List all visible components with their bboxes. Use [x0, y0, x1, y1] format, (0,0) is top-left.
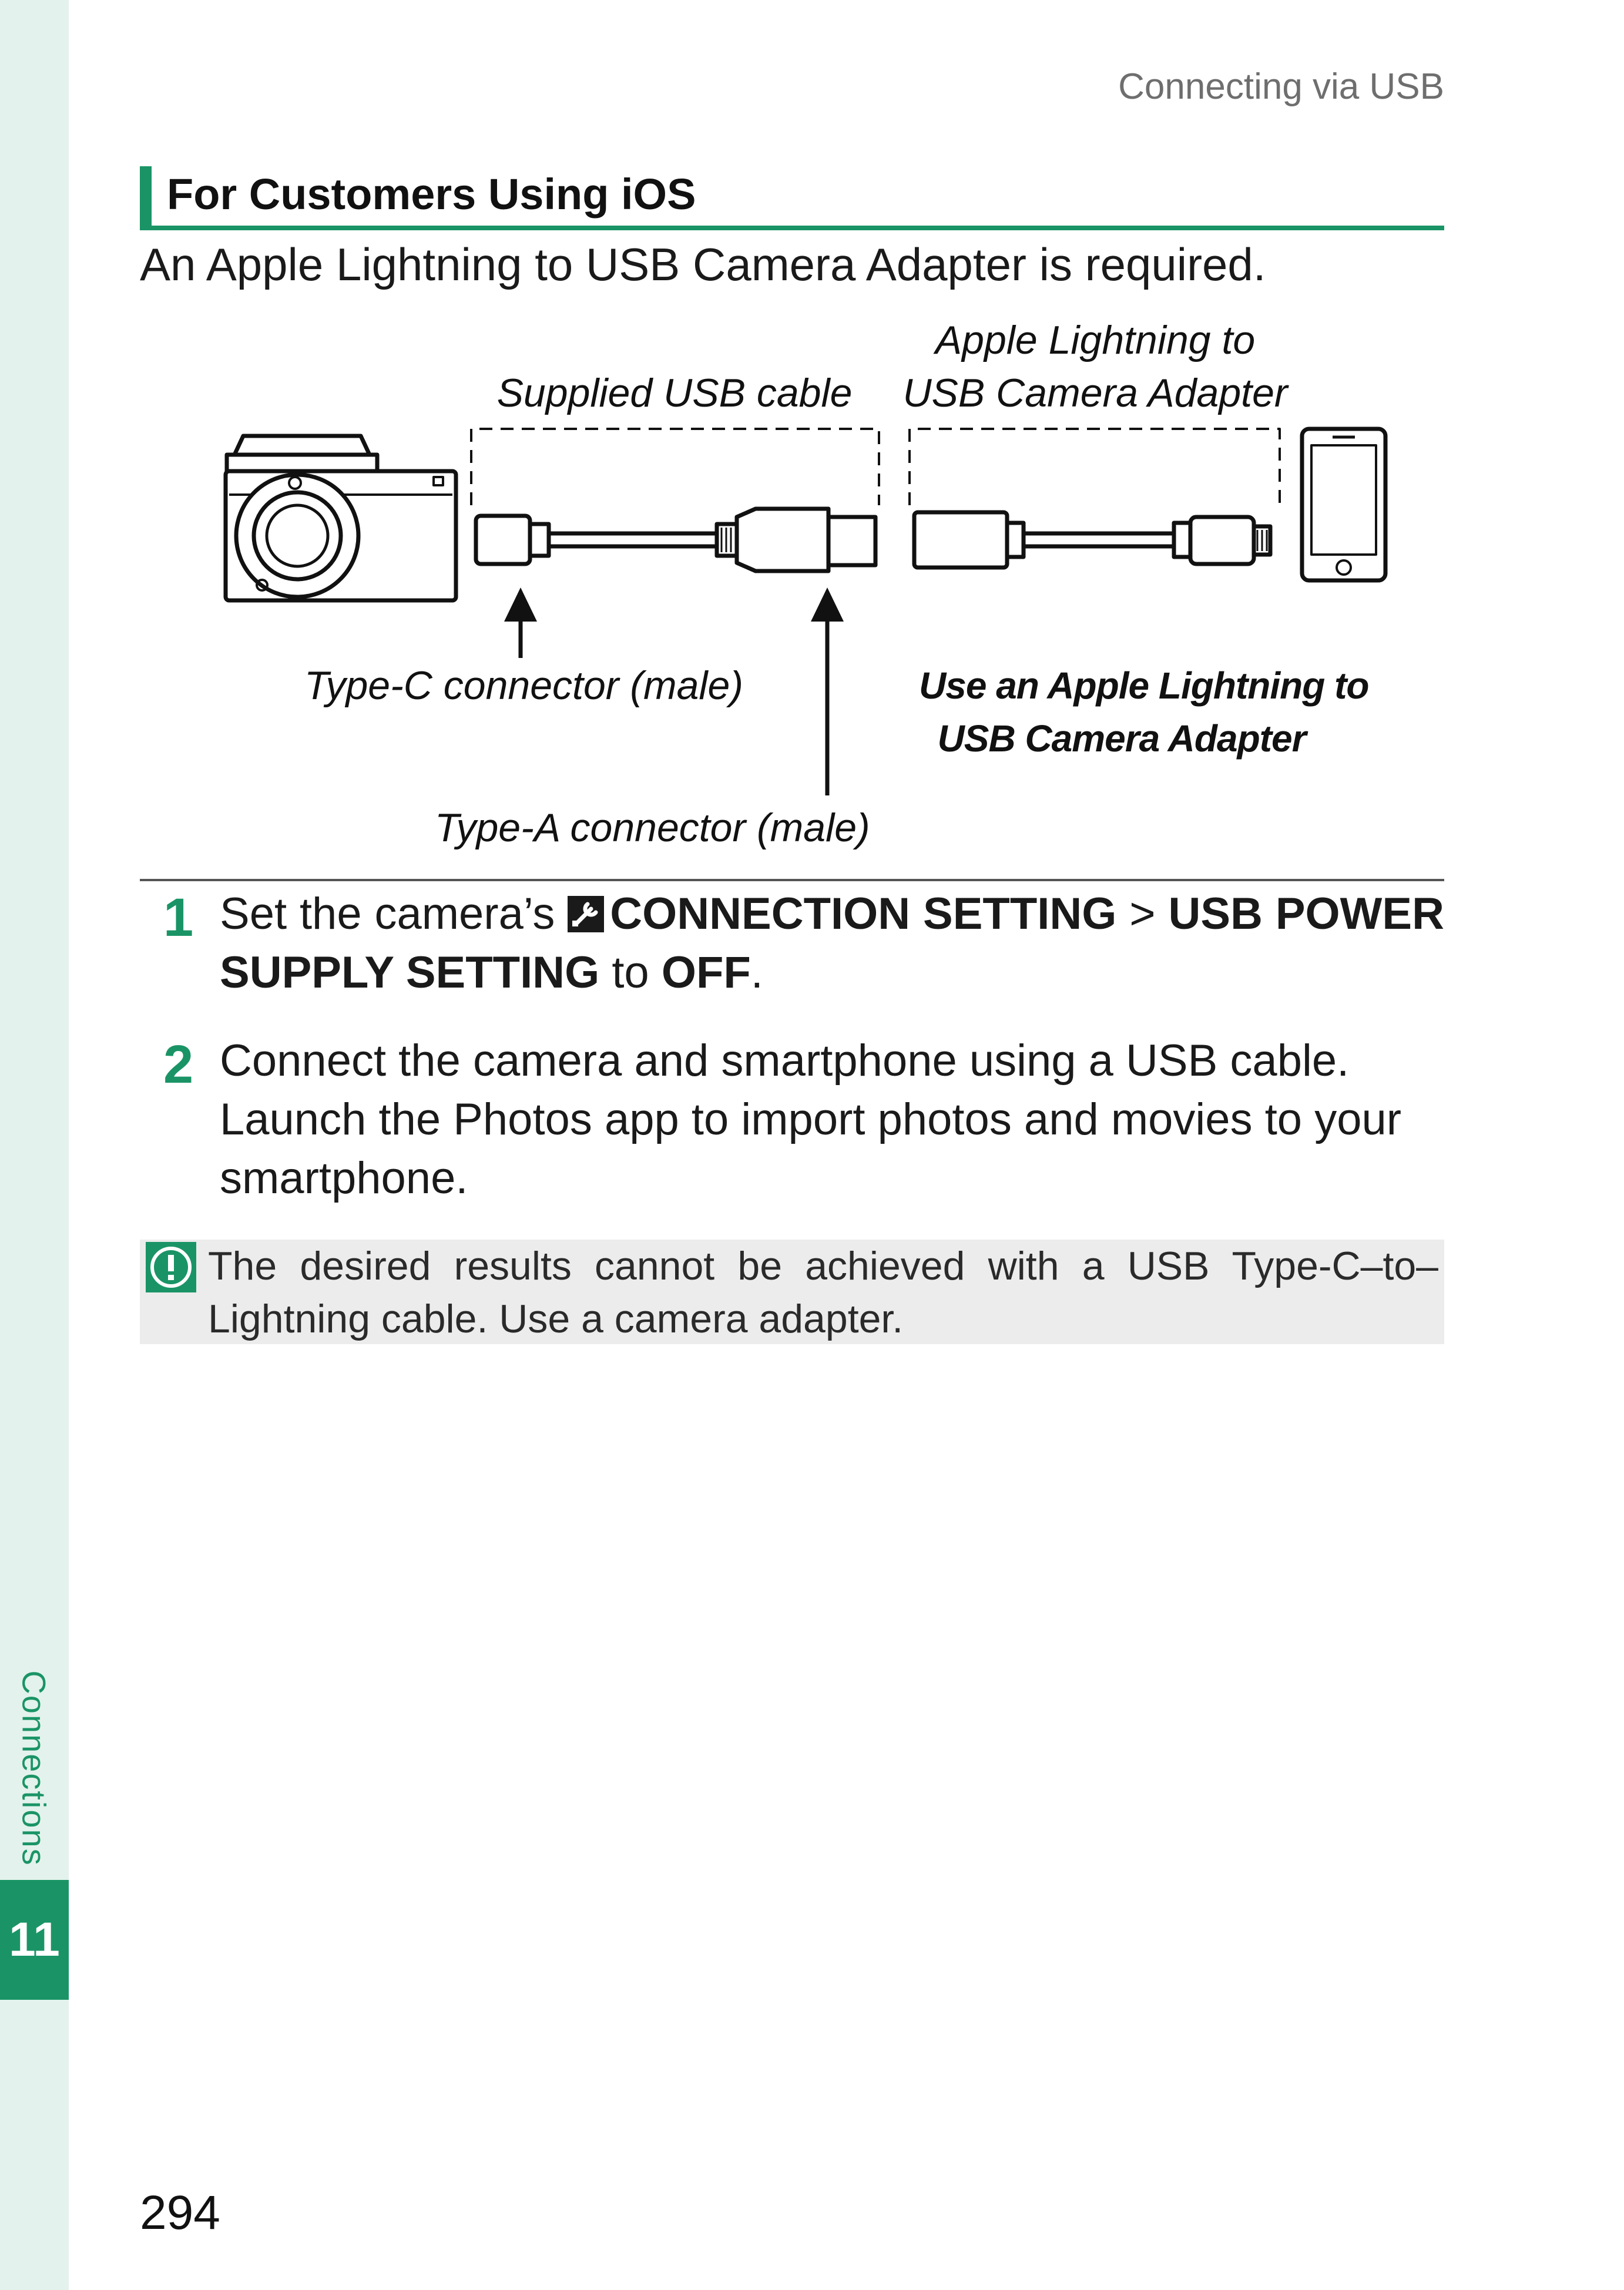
- intro-text: An Apple Lightning to USB Camera Adapter…: [140, 239, 1266, 290]
- section-rule: [140, 226, 1444, 230]
- step-1-period: .: [750, 948, 763, 998]
- menu-usb-power: USB POWER: [1168, 889, 1444, 939]
- smartphone-icon: [1300, 427, 1388, 583]
- section-divider: [140, 879, 1444, 881]
- menu-supply-setting: SUPPLY SETTING: [220, 948, 600, 998]
- camera-icon: [223, 434, 458, 603]
- caution-text: The desired results cannot be achieved w…: [208, 1240, 1438, 1345]
- chapter-label: Connections: [15, 1670, 53, 1866]
- page-number: 294: [140, 2186, 220, 2239]
- usb-cable-icon: [474, 506, 878, 573]
- caution-line1: The desired results cannot be achieved w…: [208, 1244, 1438, 1288]
- step-1-line1: Set the camera’s CONNECTION SETTING > US…: [220, 885, 1444, 943]
- label-supplied-usb-cable: Supplied USB cable: [496, 371, 853, 415]
- label-type-c-connector: Type-C connector (male): [304, 663, 743, 708]
- step-1-lead: Set the camera’s: [220, 889, 555, 939]
- caution-note: The desired results cannot be achieved w…: [140, 1240, 1444, 1344]
- caution-icon: [146, 1242, 196, 1292]
- menu-connection-setting: CONNECTION SETTING: [610, 889, 1117, 939]
- label-use-adapter-line2: USB Camera Adapter: [937, 717, 1307, 760]
- label-adapter-line1: Apple Lightning to: [935, 318, 1256, 362]
- label-type-a-connector: Type-A connector (male): [435, 805, 870, 850]
- step-number: 2: [163, 1035, 194, 1094]
- caution-line2: Lightning cable. Use a camera adapter.: [208, 1297, 904, 1341]
- connection-diagram: Supplied USB cable Apple Lightning to US…: [140, 305, 1444, 869]
- chapter-tab: 11: [0, 1880, 69, 2000]
- section-marker: [140, 166, 152, 230]
- label-adapter-line2: USB Camera Adapter: [902, 371, 1288, 415]
- step-2-line3: smartphone.: [220, 1153, 468, 1203]
- step-2-line2: Launch the Photos app to import photos a…: [220, 1094, 1402, 1144]
- step-1-line2: SUPPLY SETTING to OFF.: [220, 948, 763, 998]
- menu-value-off: OFF: [661, 948, 751, 998]
- step-2-text: Connect the camera and smartphone using …: [220, 1032, 1444, 1208]
- chapter-number: 11: [9, 1913, 60, 1966]
- step-2-line1: Connect the camera and smartphone using …: [220, 1036, 1350, 1086]
- label-use-adapter-line1: Use an Apple Lightning to: [919, 664, 1369, 707]
- step-number: 1: [163, 888, 194, 948]
- running-head: Connecting via USB: [1118, 66, 1444, 107]
- menu-separator: >: [1129, 889, 1156, 939]
- connection-setting-icon: [568, 896, 605, 932]
- step-1-text: Set the camera’s CONNECTION SETTING > US…: [220, 885, 1444, 1002]
- section-title: For Customers Using iOS: [167, 170, 696, 219]
- step-2: 2 Connect the camera and smartphone usin…: [140, 1032, 1444, 1208]
- camera-adapter-icon: [912, 510, 1273, 570]
- step-1: 1 Set the camera’s CONNECTION SETTING > …: [140, 885, 1444, 1002]
- step-1-to: to: [612, 948, 649, 998]
